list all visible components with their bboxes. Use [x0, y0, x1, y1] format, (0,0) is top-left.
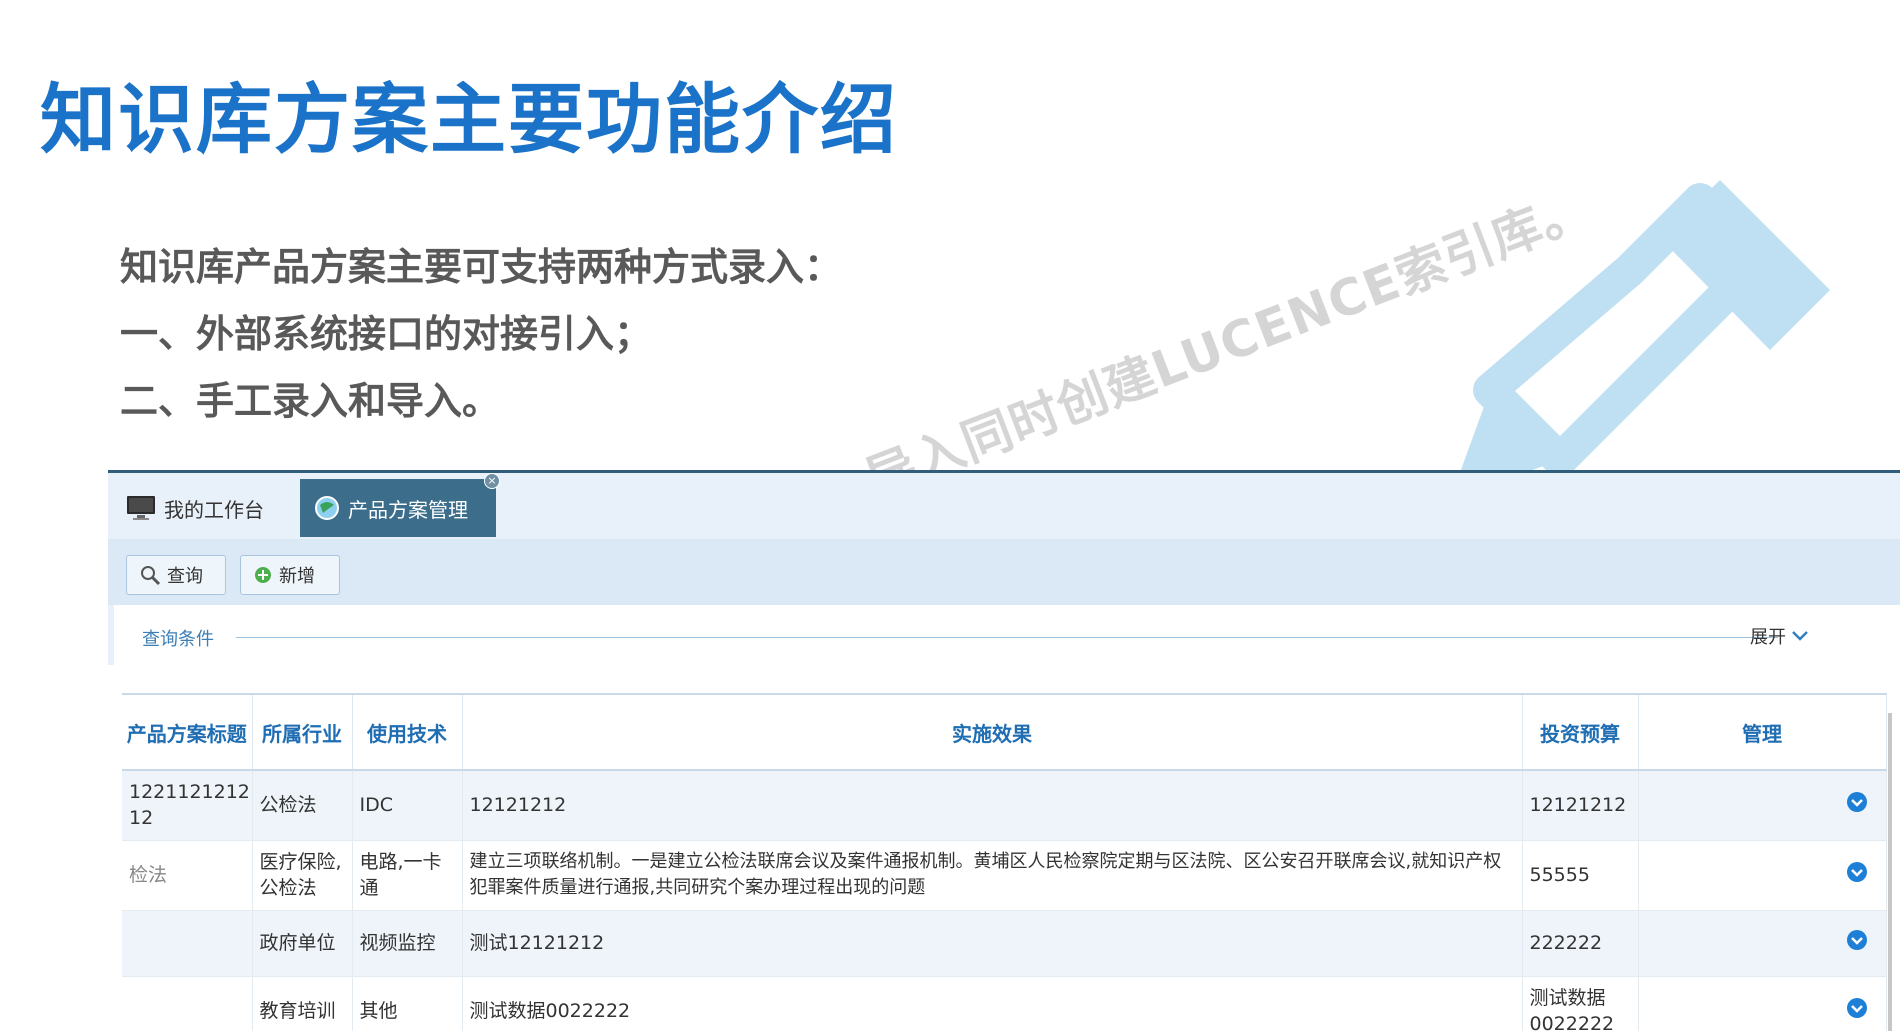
- cell-tech: 视频监控: [352, 910, 463, 977]
- cell-manage: [1638, 910, 1887, 977]
- intro-text: 知识库产品方案主要可支持两种方式录入： 一、外部系统接口的对接引入； 二、手工录…: [120, 242, 842, 443]
- table-header-row: 产品方案标题 所属行业 使用技术 实施效果 投资预算 管理: [122, 693, 1887, 771]
- chevron-circle-down-icon[interactable]: [1846, 929, 1868, 956]
- tab-product-management[interactable]: 产品方案管理 ×: [300, 473, 500, 537]
- cell-tech: 电路,一卡通: [352, 840, 463, 911]
- column-header[interactable]: 所属行业: [252, 693, 353, 771]
- plus-circle-icon: [253, 565, 273, 585]
- intro-line: 二、手工录入和导入。: [120, 379, 501, 423]
- cell-title: [122, 976, 253, 1031]
- table-row[interactable]: 检法 医疗保险,公检法 电路,一卡通 建立三项联络机制。一是建立公检法联席会议及…: [122, 840, 1887, 911]
- cell-effect: 测试12121212: [462, 910, 1523, 977]
- column-header[interactable]: 使用技术: [352, 693, 463, 771]
- tab-bar: 我的工作台 产品方案管理 ×: [108, 473, 1900, 539]
- cell-title: 检法: [122, 840, 253, 911]
- divider: [236, 637, 1778, 638]
- cell-title: [122, 910, 253, 977]
- cell-budget: 12121212: [1522, 770, 1639, 841]
- cell-budget: 222222: [1522, 910, 1639, 977]
- chevron-down-icon: [1790, 629, 1810, 643]
- chevron-circle-down-icon[interactable]: [1846, 791, 1868, 818]
- query-conditions-bar: 查询条件 展开: [108, 605, 1900, 665]
- search-button-label: 查询: [167, 566, 203, 587]
- column-header[interactable]: 投资预算: [1522, 693, 1639, 771]
- column-header[interactable]: 实施效果: [462, 693, 1523, 771]
- cell-manage: [1638, 976, 1887, 1031]
- cell-industry: 公检法: [252, 770, 353, 841]
- tab-label: 产品方案管理: [348, 497, 468, 522]
- product-plan-table: 产品方案标题 所属行业 使用技术 实施效果 投资预算 管理 1221121212…: [122, 693, 1887, 1031]
- cell-tech: 其他: [352, 976, 463, 1031]
- cell-effect: 建立三项联络机制。一是建立公检法联席会议及案件通报机制。黄埔区人民检察院定期与区…: [462, 840, 1523, 911]
- chevron-circle-down-icon[interactable]: [1846, 861, 1868, 888]
- table-row[interactable]: 政府单位 视频监控 测试12121212 222222: [122, 910, 1887, 977]
- chevron-circle-down-icon[interactable]: [1846, 997, 1868, 1024]
- app-window: 我的工作台 产品方案管理 × 查询 新增 查询条件 展开 产品方案标题 所属行业…: [108, 470, 1900, 1031]
- table-row[interactable]: 教育培训 其他 测试数据0022222 测试数据0022222: [122, 976, 1887, 1031]
- column-header[interactable]: 产品方案标题: [122, 693, 253, 771]
- query-conditions-label: 查询条件: [142, 629, 214, 650]
- search-icon: [139, 564, 161, 586]
- cell-title: 1221121212 12: [122, 770, 253, 841]
- cell-effect: 12121212: [462, 770, 1523, 841]
- add-button[interactable]: 新增: [240, 555, 340, 595]
- search-button[interactable]: 查询: [126, 555, 226, 595]
- add-button-label: 新增: [279, 566, 315, 587]
- expand-label: 展开: [1750, 627, 1786, 648]
- tab-label: 我的工作台: [164, 497, 264, 522]
- intro-line: 一、外部系统接口的对接引入；: [120, 312, 653, 356]
- cell-effect: 测试数据0022222: [462, 976, 1523, 1031]
- intro-line: 知识库产品方案主要可支持两种方式录入：: [120, 245, 843, 289]
- table-row[interactable]: 1221121212 12 公检法 IDC 12121212 12121212: [122, 770, 1887, 841]
- vertical-scrollbar[interactable]: [1888, 713, 1892, 1031]
- slide-title: 知识库方案主要功能介绍: [40, 75, 898, 164]
- cell-industry: 医疗保险,公检法: [252, 840, 353, 911]
- cell-manage: [1638, 840, 1887, 911]
- column-header: 管理: [1638, 693, 1887, 771]
- cell-industry: 教育培训: [252, 976, 353, 1031]
- cell-industry: 政府单位: [252, 910, 353, 977]
- close-icon[interactable]: ×: [484, 473, 500, 489]
- toolbar: 查询 新增: [108, 539, 1900, 605]
- monitor-icon: [126, 495, 156, 521]
- expand-toggle[interactable]: 展开: [1750, 623, 1810, 649]
- cell-budget: 测试数据0022222: [1522, 976, 1639, 1031]
- globe-icon: [314, 495, 340, 521]
- tab-my-workbench[interactable]: 我的工作台: [126, 479, 264, 537]
- cell-tech: IDC: [352, 770, 463, 841]
- cell-budget: 55555: [1522, 840, 1639, 911]
- cell-manage: [1638, 770, 1887, 841]
